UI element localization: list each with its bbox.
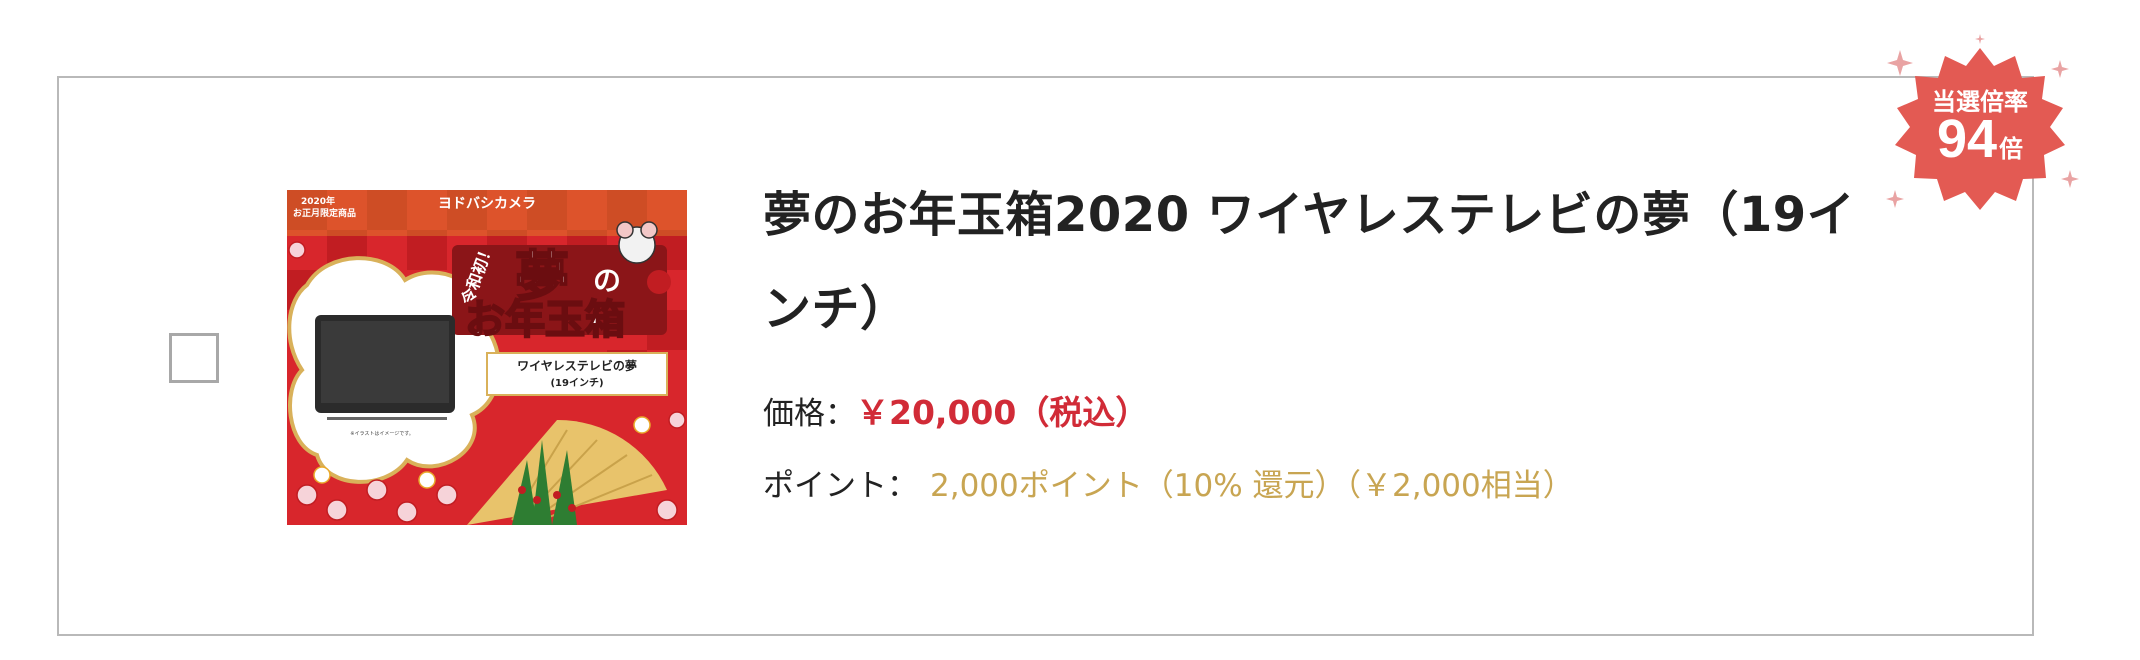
badge-unit: 倍 <box>1999 135 2024 163</box>
image-brand: ヨドバシカメラ <box>438 196 536 212</box>
points-value: 2,000ポイント（10% 還元）（￥2,000相当） <box>930 468 1574 504</box>
svg-text:ワイヤレステレビの夢: ワイヤレステレビの夢 <box>517 358 637 373</box>
svg-text:の: の <box>593 264 621 297</box>
svg-text:2020年: 2020年 <box>301 195 335 207</box>
price-value: ￥20,000（税込） <box>856 393 1149 432</box>
points-row: ポイント： 2,000ポイント（10% 還元）（￥2,000相当） <box>763 460 1574 505</box>
svg-text:(19インチ): (19インチ) <box>550 377 603 389</box>
points-label: ポイント： <box>763 468 918 504</box>
svg-text:お正月限定商品: お正月限定商品 <box>293 207 356 219</box>
odds-badge: 当選倍率 94倍 <box>1880 30 2080 230</box>
product-title[interactable]: 夢のお年玉箱2020 ワイヤレステレビの夢（19インチ） <box>763 168 1863 356</box>
price-row: 価格：￥20,000（税込） <box>763 386 1148 434</box>
badge-value-row: 94倍 <box>1880 108 2080 170</box>
svg-text:※イラストはイメージです。: ※イラストはイメージです。 <box>350 431 414 437</box>
price-label: 価格： <box>763 396 856 432</box>
svg-text:お年玉箱: お年玉箱 <box>465 297 625 343</box>
product-image[interactable]: ヨドバシカメラ 2020年 お正月限定商品 令和初！ 夢 の お年玉箱 ※イラス… <box>287 190 687 525</box>
product-card: ヨドバシカメラ 2020年 お正月限定商品 令和初！ 夢 の お年玉箱 ※イラス… <box>57 76 2034 636</box>
select-checkbox[interactable] <box>169 333 219 383</box>
badge-value: 94 <box>1936 109 1998 169</box>
